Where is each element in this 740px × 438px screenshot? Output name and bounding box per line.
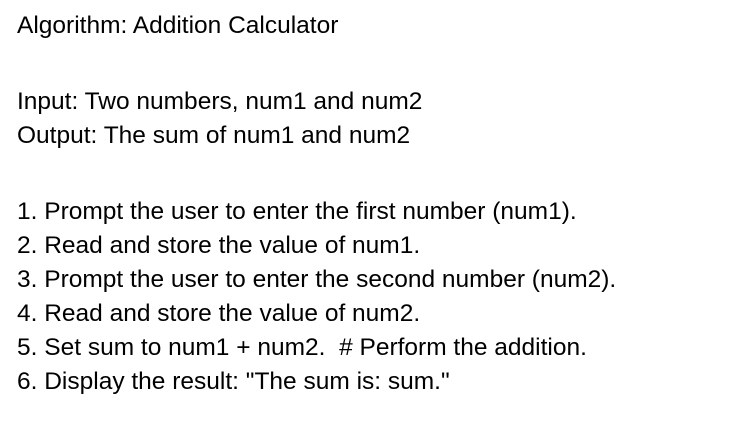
step-item: 2. Read and store the value of num1. [17, 232, 421, 259]
step-item: 4. Read and store the value of num2. [17, 300, 421, 327]
steps-list: 1. Prompt the user to enter the first nu… [17, 195, 735, 399]
input-description: Input: Two numbers, num1 and num2 [17, 88, 423, 115]
algorithm-document: Algorithm: Addition Calculator Input: Tw… [17, 9, 735, 399]
output-description: Output: The sum of num1 and num2 [17, 122, 411, 149]
step-item: 1. Prompt the user to enter the first nu… [17, 198, 577, 225]
step-item: 6. Display the result: "The sum is: sum.… [17, 368, 450, 395]
algorithm-title: Algorithm: Addition Calculator [17, 12, 339, 39]
step-item: 5. Set sum to num1 + num2. # Perform the… [17, 334, 587, 361]
step-item: 3. Prompt the user to enter the second n… [17, 266, 617, 293]
